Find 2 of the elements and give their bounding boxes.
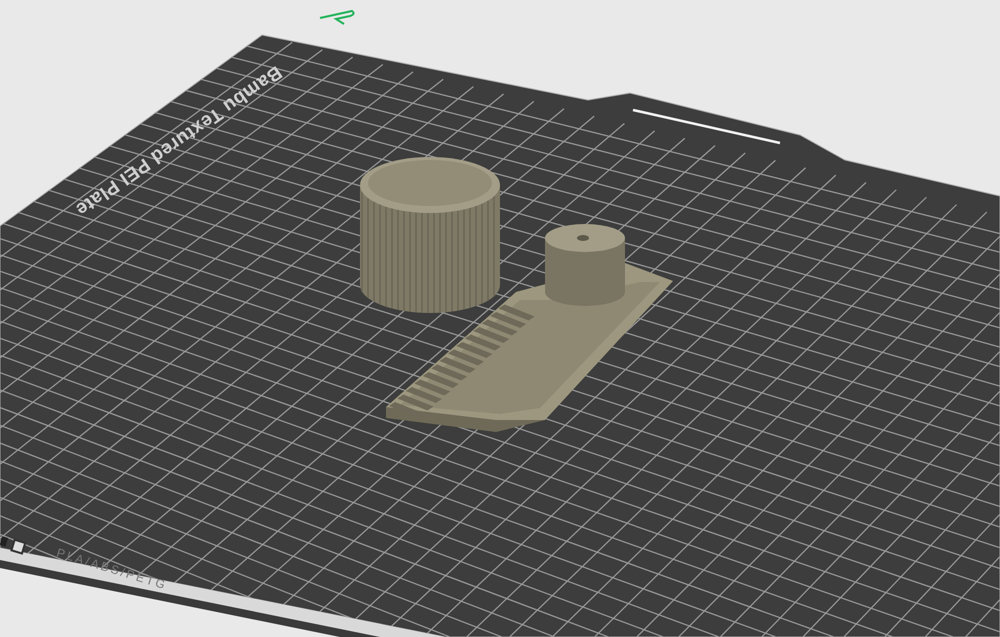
plate-icon: [0, 536, 26, 555]
squiggle-icon: [320, 10, 355, 25]
